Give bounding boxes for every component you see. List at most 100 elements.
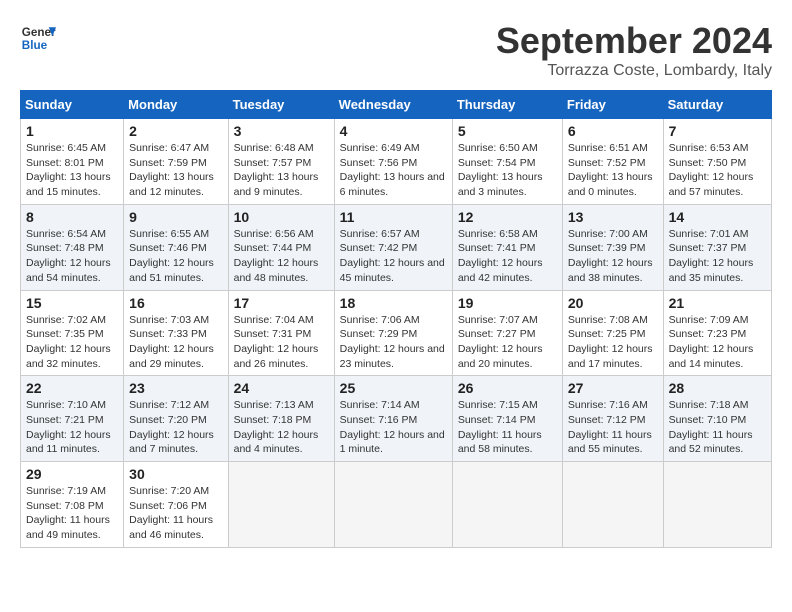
day-number: 21: [669, 295, 766, 311]
day-info: Sunrise: 6:51 AM Sunset: 7:52 PM Dayligh…: [568, 141, 658, 200]
day-number: 15: [26, 295, 118, 311]
header-monday: Monday: [124, 91, 228, 119]
day-number: 14: [669, 209, 766, 225]
calendar-cell: 4 Sunrise: 6:49 AM Sunset: 7:56 PM Daylig…: [334, 119, 452, 205]
day-info: Sunrise: 7:20 AM Sunset: 7:06 PM Dayligh…: [129, 484, 222, 543]
calendar-cell: 5Sunrise: 6:50 AM Sunset: 7:54 PM Daylig…: [452, 119, 562, 205]
day-number: 16: [129, 295, 222, 311]
day-info: Sunrise: 6:55 AM Sunset: 7:46 PM Dayligh…: [129, 227, 222, 286]
header-saturday: Saturday: [663, 91, 771, 119]
calendar-row-3: 15 Sunrise: 7:02 AM Sunset: 7:35 PM Dayli…: [21, 290, 772, 376]
day-number: 2: [129, 123, 222, 139]
day-number: 25: [340, 380, 447, 396]
day-number: 29: [26, 466, 118, 482]
day-info: Sunrise: 6:48 AM Sunset: 7:57 PM Dayligh…: [234, 141, 329, 200]
day-number: 7: [669, 123, 766, 139]
calendar-cell: 2 Sunrise: 6:47 AM Sunset: 7:59 PM Daylig…: [124, 119, 228, 205]
day-info: Sunrise: 7:03 AM Sunset: 7:33 PM Dayligh…: [129, 313, 222, 372]
day-number: 4: [340, 123, 447, 139]
calendar-subtitle: Torrazza Coste, Lombardy, Italy: [496, 62, 772, 80]
day-info: Sunrise: 7:00 AM Sunset: 7:39 PM Dayligh…: [568, 227, 658, 286]
day-info: Sunrise: 7:10 AM Sunset: 7:21 PM Dayligh…: [26, 398, 118, 457]
calendar-cell: 18Sunrise: 7:06 AM Sunset: 7:29 PM Dayli…: [334, 290, 452, 376]
header: General Blue September 2024 Torrazza Cos…: [20, 20, 772, 80]
calendar-cell: [334, 462, 452, 548]
calendar-cell: 11 Sunrise: 6:57 AM Sunset: 7:42 PM Dayli…: [334, 204, 452, 290]
day-info: Sunrise: 7:14 AM Sunset: 7:16 PM Dayligh…: [340, 398, 447, 457]
calendar-cell: 26 Sunrise: 7:15 AM Sunset: 7:14 PM Dayli…: [452, 376, 562, 462]
calendar-cell: [663, 462, 771, 548]
calendar-cell: 14 Sunrise: 7:01 AM Sunset: 7:37 PM Dayli…: [663, 204, 771, 290]
day-number: 11: [340, 209, 447, 225]
logo-icon: General Blue: [20, 20, 56, 56]
day-number: 12: [458, 209, 557, 225]
day-info: Sunrise: 7:16 AM Sunset: 7:12 PM Dayligh…: [568, 398, 658, 457]
day-info: Sunrise: 7:04 AM Sunset: 7:31 PM Dayligh…: [234, 313, 329, 372]
calendar-cell: 8Sunrise: 6:54 AM Sunset: 7:48 PM Daylig…: [21, 204, 124, 290]
calendar-cell: 23 Sunrise: 7:12 AM Sunset: 7:20 PM Dayli…: [124, 376, 228, 462]
day-number: 22: [26, 380, 118, 396]
calendar-cell: 24Sunrise: 7:13 AM Sunset: 7:18 PM Dayli…: [228, 376, 334, 462]
header-tuesday: Tuesday: [228, 91, 334, 119]
svg-text:Blue: Blue: [22, 39, 48, 52]
day-info: Sunrise: 7:07 AM Sunset: 7:27 PM Dayligh…: [458, 313, 557, 372]
calendar-cell: 3Sunrise: 6:48 AM Sunset: 7:57 PM Daylig…: [228, 119, 334, 205]
day-number: 26: [458, 380, 557, 396]
calendar-cell: 15 Sunrise: 7:02 AM Sunset: 7:35 PM Dayli…: [21, 290, 124, 376]
day-number: 27: [568, 380, 658, 396]
calendar-cell: 30 Sunrise: 7:20 AM Sunset: 7:06 PM Dayli…: [124, 462, 228, 548]
day-number: 20: [568, 295, 658, 311]
day-number: 1: [26, 123, 118, 139]
calendar-cell: [228, 462, 334, 548]
calendar-cell: 10Sunrise: 6:56 AM Sunset: 7:44 PM Dayli…: [228, 204, 334, 290]
day-info: Sunrise: 6:53 AM Sunset: 7:50 PM Dayligh…: [669, 141, 766, 200]
header-sunday: Sunday: [21, 91, 124, 119]
day-number: 10: [234, 209, 329, 225]
weekday-header-row: Sunday Monday Tuesday Wednesday Thursday…: [21, 91, 772, 119]
day-number: 17: [234, 295, 329, 311]
day-info: Sunrise: 7:15 AM Sunset: 7:14 PM Dayligh…: [458, 398, 557, 457]
calendar-cell: [452, 462, 562, 548]
calendar-cell: 6 Sunrise: 6:51 AM Sunset: 7:52 PM Daylig…: [562, 119, 663, 205]
calendar-cell: 29 Sunrise: 7:19 AM Sunset: 7:08 PM Dayli…: [21, 462, 124, 548]
logo: General Blue: [20, 20, 56, 56]
day-info: Sunrise: 7:06 AM Sunset: 7:29 PM Dayligh…: [340, 313, 447, 372]
day-info: Sunrise: 7:09 AM Sunset: 7:23 PM Dayligh…: [669, 313, 766, 372]
day-number: 13: [568, 209, 658, 225]
page-container: General Blue September 2024 Torrazza Cos…: [20, 20, 772, 548]
day-number: 30: [129, 466, 222, 482]
day-info: Sunrise: 7:19 AM Sunset: 7:08 PM Dayligh…: [26, 484, 118, 543]
calendar-cell: 17 Sunrise: 7:04 AM Sunset: 7:31 PM Dayli…: [228, 290, 334, 376]
calendar-cell: 12Sunrise: 6:58 AM Sunset: 7:41 PM Dayli…: [452, 204, 562, 290]
day-info: Sunrise: 6:45 AM Sunset: 8:01 PM Dayligh…: [26, 141, 118, 200]
day-info: Sunrise: 7:02 AM Sunset: 7:35 PM Dayligh…: [26, 313, 118, 372]
calendar-cell: [562, 462, 663, 548]
calendar-cell: 28Sunrise: 7:18 AM Sunset: 7:10 PM Dayli…: [663, 376, 771, 462]
calendar-row-5: 29 Sunrise: 7:19 AM Sunset: 7:08 PM Dayli…: [21, 462, 772, 548]
calendar-table: Sunday Monday Tuesday Wednesday Thursday…: [20, 90, 772, 548]
calendar-cell: 21 Sunrise: 7:09 AM Sunset: 7:23 PM Dayli…: [663, 290, 771, 376]
day-info: Sunrise: 7:01 AM Sunset: 7:37 PM Dayligh…: [669, 227, 766, 286]
day-number: 6: [568, 123, 658, 139]
calendar-cell: 20Sunrise: 7:08 AM Sunset: 7:25 PM Dayli…: [562, 290, 663, 376]
day-number: 8: [26, 209, 118, 225]
calendar-cell: 1 Sunrise: 6:45 AM Sunset: 8:01 PM Daylig…: [21, 119, 124, 205]
day-info: Sunrise: 7:18 AM Sunset: 7:10 PM Dayligh…: [669, 398, 766, 457]
calendar-title: September 2024: [496, 20, 772, 62]
calendar-row-4: 22 Sunrise: 7:10 AM Sunset: 7:21 PM Dayli…: [21, 376, 772, 462]
day-number: 5: [458, 123, 557, 139]
calendar-cell: 27 Sunrise: 7:16 AM Sunset: 7:12 PM Dayli…: [562, 376, 663, 462]
header-friday: Friday: [562, 91, 663, 119]
calendar-cell: 7 Sunrise: 6:53 AM Sunset: 7:50 PM Daylig…: [663, 119, 771, 205]
day-info: Sunrise: 6:49 AM Sunset: 7:56 PM Dayligh…: [340, 141, 447, 200]
day-info: Sunrise: 7:12 AM Sunset: 7:20 PM Dayligh…: [129, 398, 222, 457]
header-thursday: Thursday: [452, 91, 562, 119]
calendar-row-1: 1 Sunrise: 6:45 AM Sunset: 8:01 PM Daylig…: [21, 119, 772, 205]
calendar-cell: 22 Sunrise: 7:10 AM Sunset: 7:21 PM Dayli…: [21, 376, 124, 462]
calendar-cell: 16 Sunrise: 7:03 AM Sunset: 7:33 PM Dayli…: [124, 290, 228, 376]
day-info: Sunrise: 6:57 AM Sunset: 7:42 PM Dayligh…: [340, 227, 447, 286]
day-number: 9: [129, 209, 222, 225]
calendar-cell: 13 Sunrise: 7:00 AM Sunset: 7:39 PM Dayli…: [562, 204, 663, 290]
day-number: 23: [129, 380, 222, 396]
day-info: Sunrise: 6:47 AM Sunset: 7:59 PM Dayligh…: [129, 141, 222, 200]
